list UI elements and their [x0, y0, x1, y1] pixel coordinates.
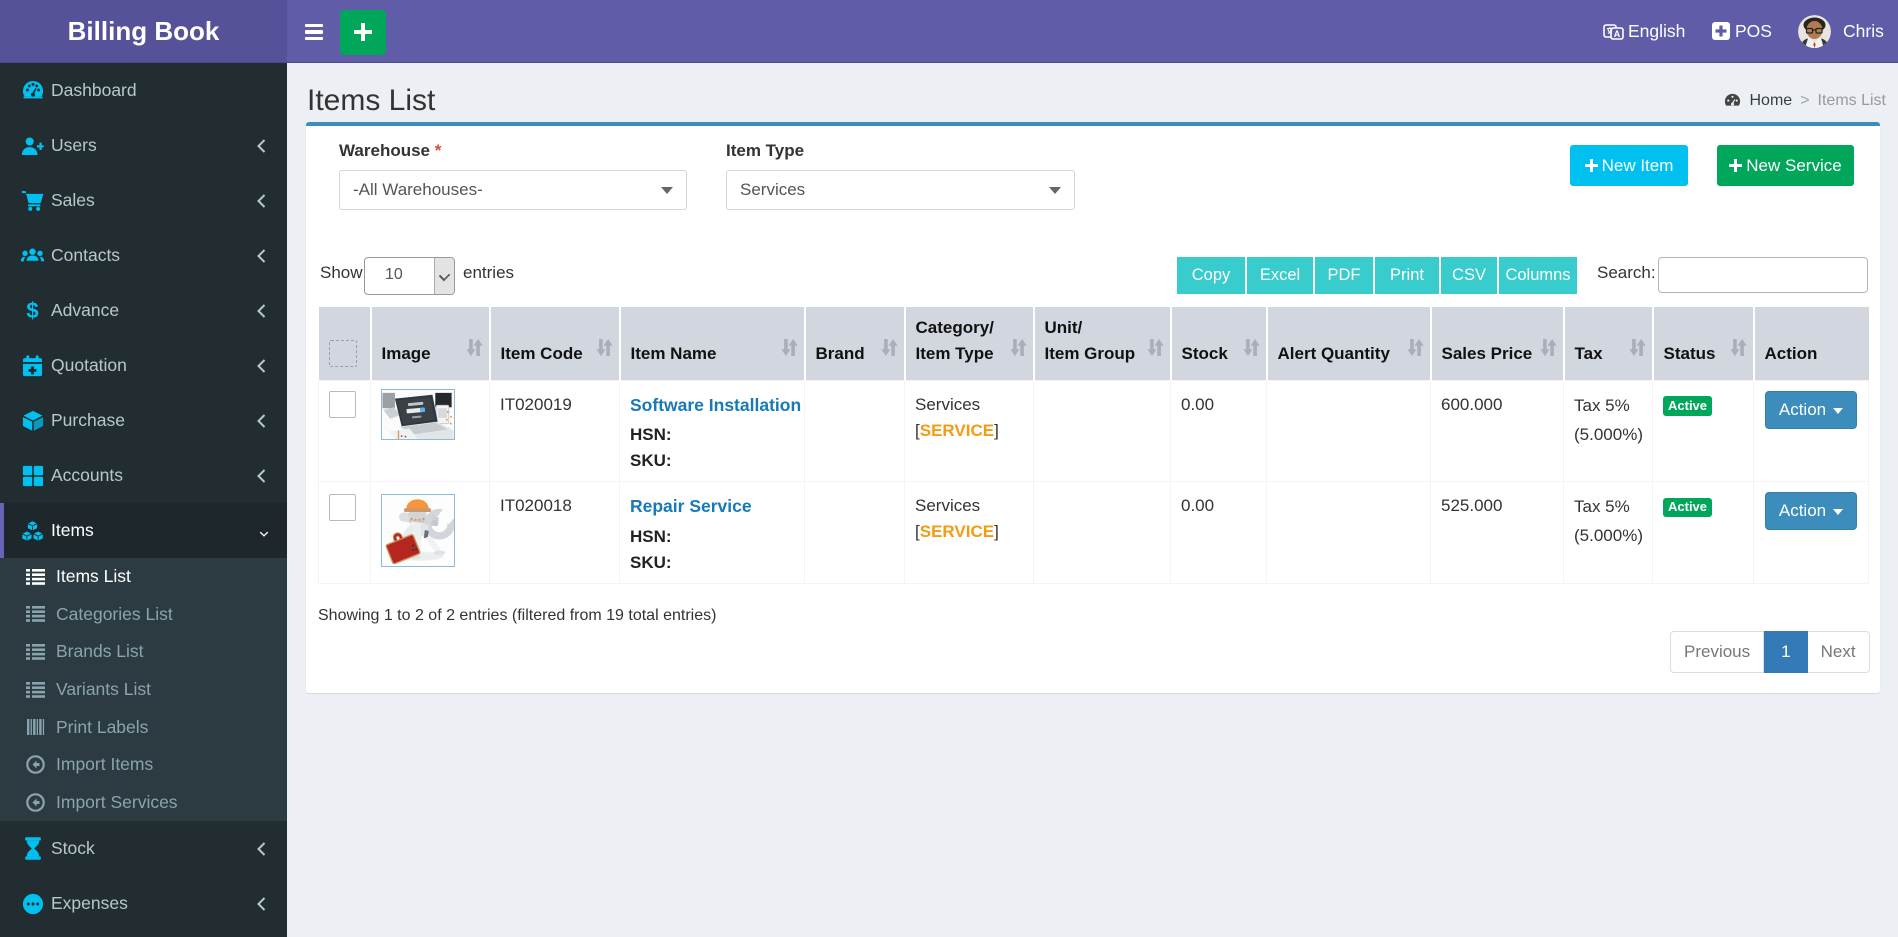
- svg-text:A: A: [1614, 29, 1621, 39]
